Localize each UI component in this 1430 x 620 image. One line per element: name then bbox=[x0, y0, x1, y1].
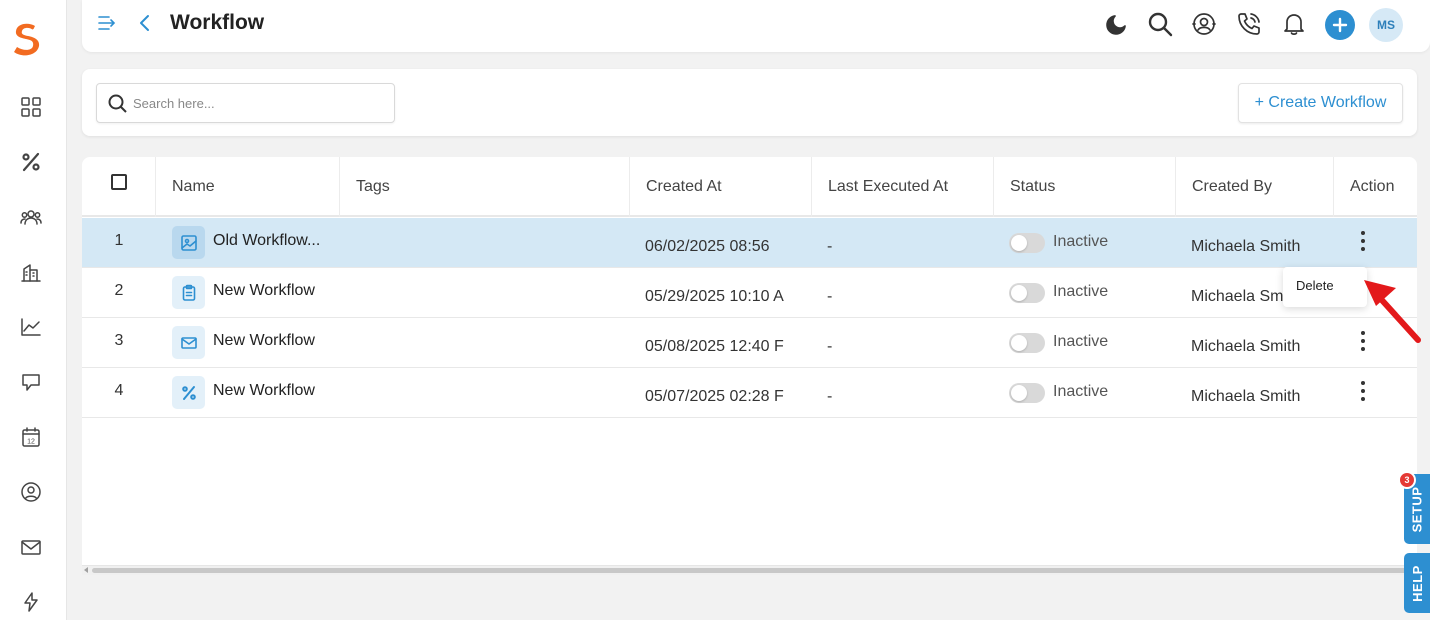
workflow-name[interactable]: New Workflow bbox=[213, 332, 339, 350]
row-number: 3 bbox=[114, 332, 124, 349]
more-options-icon[interactable] bbox=[1356, 229, 1370, 253]
column-header-status[interactable]: Status bbox=[994, 157, 1176, 217]
status-toggle[interactable] bbox=[1009, 333, 1045, 353]
column-header-created-at[interactable]: Created At bbox=[630, 157, 812, 217]
percent-icon[interactable] bbox=[18, 149, 44, 175]
moon-icon[interactable] bbox=[1103, 10, 1131, 38]
status-text: Inactive bbox=[1053, 283, 1109, 300]
support-icon[interactable] bbox=[1190, 10, 1218, 38]
column-header-created-by[interactable]: Created By bbox=[1176, 157, 1334, 217]
column-header-name[interactable]: Name bbox=[156, 157, 340, 217]
column-header-tags[interactable]: Tags bbox=[340, 157, 630, 217]
thumbs-down-icon[interactable] bbox=[18, 369, 44, 395]
row-number: 1 bbox=[114, 232, 124, 249]
more-options-icon[interactable] bbox=[1356, 379, 1370, 403]
created-by: Michaela Smith bbox=[1191, 238, 1301, 255]
bell-icon[interactable] bbox=[1280, 10, 1308, 38]
created-at: 05/07/2025 02:28 F bbox=[645, 388, 784, 405]
calendar-icon[interactable]: 12 bbox=[18, 424, 44, 450]
brand-logo[interactable] bbox=[11, 22, 43, 56]
row-number: 2 bbox=[114, 282, 124, 299]
created-at: 05/08/2025 12:40 F bbox=[645, 338, 784, 355]
scrollbar-thumb[interactable] bbox=[92, 568, 1408, 573]
setup-badge: 3 bbox=[1398, 471, 1416, 489]
workflow-name[interactable]: New Workflow bbox=[213, 382, 339, 400]
sidebar: 12 bbox=[0, 0, 67, 620]
workflow-table: Name Tags Created At Last Executed At St… bbox=[82, 157, 1417, 575]
back-icon[interactable] bbox=[137, 12, 153, 34]
search-icon bbox=[108, 94, 127, 113]
row-action-menu: Delete bbox=[1283, 267, 1367, 307]
create-workflow-button[interactable]: + Create Workflow bbox=[1238, 83, 1403, 123]
created-at: 05/29/2025 10:10 A bbox=[645, 288, 784, 305]
search-icon[interactable] bbox=[1146, 10, 1174, 38]
workflow-name[interactable]: Old Workflow... bbox=[213, 232, 339, 250]
status-text: Inactive bbox=[1053, 233, 1109, 250]
column-header-last-executed-at[interactable]: Last Executed At bbox=[812, 157, 994, 217]
status-toggle[interactable] bbox=[1009, 283, 1045, 303]
last-executed-at: - bbox=[827, 338, 833, 355]
add-button[interactable] bbox=[1325, 10, 1355, 40]
top-bar: Workflow MS bbox=[82, 0, 1430, 52]
chart-line-icon[interactable] bbox=[18, 314, 44, 340]
last-executed-at: - bbox=[827, 288, 833, 305]
mail-icon[interactable] bbox=[18, 534, 44, 560]
status-toggle[interactable] bbox=[1009, 383, 1045, 403]
svg-text:12: 12 bbox=[27, 439, 35, 446]
scroll-left-icon[interactable] bbox=[84, 567, 88, 573]
bolt-icon[interactable] bbox=[18, 589, 44, 615]
last-executed-at: - bbox=[827, 238, 833, 255]
select-all-column bbox=[82, 157, 156, 217]
delete-menu-item[interactable]: Delete bbox=[1296, 278, 1334, 293]
workflow-name[interactable]: New Workflow bbox=[213, 282, 339, 300]
annotation-arrow-icon bbox=[1364, 280, 1421, 343]
search-toolbar: + Create Workflow bbox=[82, 69, 1417, 136]
plus-icon bbox=[1332, 17, 1348, 33]
dashboard-icon[interactable] bbox=[18, 94, 44, 120]
search-box bbox=[96, 83, 395, 123]
table-row[interactable]: 2 New Workflow 05/29/2025 10:10 A - Inac… bbox=[82, 268, 1417, 318]
users-icon[interactable] bbox=[18, 204, 44, 230]
horizontal-scrollbar[interactable] bbox=[82, 565, 1417, 575]
table-row[interactable]: 1 Old Workflow... 06/02/2025 08:56 - Ina… bbox=[82, 218, 1417, 268]
row-number: 4 bbox=[114, 382, 124, 399]
table-row[interactable]: 4 New Workflow 05/07/2025 02:28 F - Inac… bbox=[82, 368, 1417, 418]
mail-icon bbox=[172, 326, 205, 359]
help-tab[interactable]: HELP bbox=[1404, 553, 1430, 613]
table-row[interactable]: 3 New Workflow 05/08/2025 12:40 F - Inac… bbox=[82, 318, 1417, 368]
last-executed-at: - bbox=[827, 388, 833, 405]
setup-tab-label: SETUP bbox=[1409, 486, 1425, 532]
status-text: Inactive bbox=[1053, 333, 1109, 350]
status-text: Inactive bbox=[1053, 383, 1109, 400]
created-by: Michaela Smith bbox=[1191, 388, 1301, 405]
page-title: Workflow bbox=[170, 11, 265, 34]
created-at: 06/02/2025 08:56 bbox=[645, 238, 770, 255]
search-input[interactable] bbox=[133, 92, 383, 114]
menu-toggle-icon[interactable] bbox=[96, 12, 118, 34]
column-header-action: Action bbox=[1350, 178, 1395, 195]
user-circle-icon[interactable] bbox=[18, 479, 44, 505]
table-header: Name Tags Created At Last Executed At St… bbox=[82, 157, 1417, 217]
created-by: Michaela Smith bbox=[1191, 338, 1301, 355]
select-all-checkbox[interactable] bbox=[111, 174, 127, 190]
buildings-icon[interactable] bbox=[18, 259, 44, 285]
status-toggle[interactable] bbox=[1009, 233, 1045, 253]
phone-icon[interactable] bbox=[1235, 10, 1263, 38]
help-tab-label: HELP bbox=[1409, 564, 1425, 602]
percent-icon bbox=[172, 376, 205, 409]
user-avatar[interactable]: MS bbox=[1369, 8, 1403, 42]
image-icon bbox=[172, 226, 205, 259]
clipboard-icon bbox=[172, 276, 205, 309]
